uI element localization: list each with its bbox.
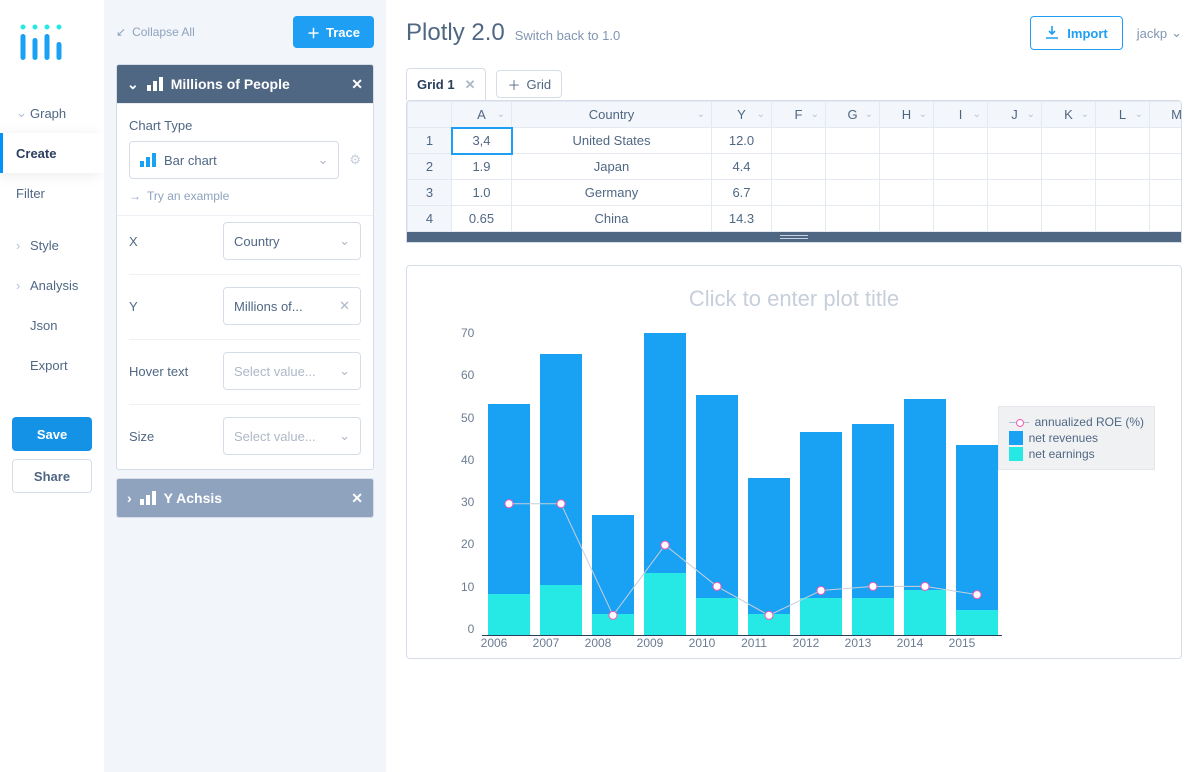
- swatch-icon: [1009, 447, 1023, 461]
- line-swatch-icon: [1009, 422, 1029, 423]
- chevron-down-icon: ⌄: [317, 152, 328, 168]
- close-icon[interactable]: ✕: [351, 490, 363, 507]
- import-icon: [1045, 26, 1059, 40]
- y-axis: 706050403020100: [461, 326, 482, 636]
- chevron-right-icon: ›: [127, 490, 132, 506]
- legend[interactable]: annualized ROE (%) net revenues net earn…: [998, 406, 1155, 470]
- save-button[interactable]: Save: [12, 417, 92, 451]
- col-Y[interactable]: Y⌄: [712, 102, 772, 128]
- try-example-link[interactable]: →Try an example: [129, 189, 361, 203]
- yaxis-accordion: › Y Achsis ✕: [116, 478, 374, 518]
- chevron-down-icon: ⌄: [339, 428, 350, 444]
- col-Country[interactable]: Country⌄: [512, 102, 712, 128]
- trace-icon: [147, 77, 163, 91]
- plus-icon: ＋: [507, 75, 520, 94]
- left-rail: ⌄Graph Create Filter ›Style ›Analysis Js…: [0, 0, 104, 772]
- table-row[interactable]: 13,4United States12.0: [408, 128, 1183, 154]
- close-icon[interactable]: ✕: [465, 77, 476, 93]
- hover-label: Hover text: [129, 364, 203, 379]
- rail-item-create[interactable]: Create: [0, 133, 104, 173]
- close-icon[interactable]: ✕: [339, 298, 350, 314]
- plot-area: [482, 326, 1002, 636]
- switch-version-link[interactable]: Switch back to 1.0: [515, 28, 621, 43]
- collapse-all[interactable]: ↙ Collapse All: [116, 25, 195, 39]
- col-K[interactable]: K⌄: [1042, 102, 1096, 128]
- chevron-down-icon: ⌄: [16, 105, 30, 121]
- y-label: Y: [129, 299, 203, 314]
- grid-tab[interactable]: Grid 1 ✕: [406, 68, 486, 100]
- col-M[interactable]: M⌄: [1150, 102, 1183, 128]
- x-label: X: [129, 234, 203, 249]
- config-panel: ↙ Collapse All ＋ Trace ⌄ Millions of Peo…: [104, 0, 386, 772]
- rail-item-analysis[interactable]: ›Analysis: [0, 265, 104, 305]
- x-axis: 2006200720082009201020112012201320142015: [467, 636, 1161, 650]
- table-row[interactable]: 21.9Japan4.4: [408, 154, 1183, 180]
- trace-header[interactable]: ⌄ Millions of People ✕: [117, 65, 373, 103]
- rail-item-filter[interactable]: Filter: [0, 173, 104, 213]
- rail-item-export[interactable]: Export: [0, 345, 104, 385]
- gear-icon[interactable]: ⚙: [349, 152, 361, 168]
- col-I[interactable]: I⌄: [934, 102, 988, 128]
- chart-type-select[interactable]: Bar chart ⌄: [129, 141, 339, 179]
- col-A[interactable]: A⌄: [452, 102, 512, 128]
- rail-item-style[interactable]: ›Style: [0, 225, 104, 265]
- chevron-down-icon: ⌄: [339, 363, 350, 379]
- trace-accordion: ⌄ Millions of People ✕ Chart Type Bar ch…: [116, 64, 374, 470]
- chevron-right-icon: ›: [16, 278, 30, 293]
- add-grid-button[interactable]: ＋Grid: [496, 70, 562, 98]
- trace-icon: [140, 491, 156, 505]
- header-row: A⌄ Country⌄ Y⌄ F⌄ G⌄ H⌄ I⌄ J⌄ K⌄ L⌄ M⌄: [408, 102, 1183, 128]
- col-F[interactable]: F⌄: [772, 102, 826, 128]
- sheet-resize-bar[interactable]: [407, 232, 1181, 242]
- col-L[interactable]: L⌄: [1096, 102, 1150, 128]
- yaxis-header[interactable]: › Y Achsis ✕: [117, 479, 373, 517]
- y-select[interactable]: Millions of...✕: [223, 287, 361, 325]
- close-icon[interactable]: ✕: [351, 76, 363, 93]
- chart-type-label: Chart Type: [129, 118, 361, 133]
- logo: [18, 22, 104, 65]
- chevron-down-icon: ⌄: [1171, 25, 1182, 41]
- add-trace-button[interactable]: ＋ Trace: [293, 16, 374, 48]
- bar-chart-icon: [140, 153, 156, 167]
- chevron-down-icon: ⌄: [127, 76, 139, 93]
- share-button[interactable]: Share: [12, 459, 92, 493]
- x-select[interactable]: Country⌄: [223, 222, 361, 260]
- chevron-right-icon: ›: [16, 238, 30, 253]
- size-label: Size: [129, 429, 203, 444]
- page-title: Plotly 2.0: [406, 19, 505, 47]
- plot-title-placeholder[interactable]: Click to enter plot title: [427, 286, 1161, 312]
- user-menu[interactable]: jackp⌄: [1137, 25, 1182, 41]
- collapse-icon: ↙: [116, 25, 126, 39]
- rail-item-json[interactable]: Json: [0, 305, 104, 345]
- col-H[interactable]: H⌄: [880, 102, 934, 128]
- swatch-icon: [1009, 431, 1023, 445]
- chart-canvas[interactable]: Click to enter plot title annualized ROE…: [406, 265, 1182, 659]
- size-select[interactable]: Select value...⌄: [223, 417, 361, 455]
- chevron-down-icon: ⌄: [339, 233, 350, 249]
- spreadsheet: A⌄ Country⌄ Y⌄ F⌄ G⌄ H⌄ I⌄ J⌄ K⌄ L⌄ M⌄ 1…: [406, 100, 1182, 243]
- col-J[interactable]: J⌄: [988, 102, 1042, 128]
- hover-select[interactable]: Select value...⌄: [223, 352, 361, 390]
- plus-icon: ＋: [307, 23, 320, 42]
- col-G[interactable]: G⌄: [826, 102, 880, 128]
- workspace: Plotly 2.0 Switch back to 1.0 Import jac…: [386, 0, 1200, 772]
- import-button[interactable]: Import: [1030, 16, 1122, 50]
- table-row[interactable]: 31.0Germany6.7: [408, 180, 1183, 206]
- table-row[interactable]: 40.65China14.3: [408, 206, 1183, 232]
- rail-item-graph[interactable]: ⌄Graph: [0, 93, 104, 133]
